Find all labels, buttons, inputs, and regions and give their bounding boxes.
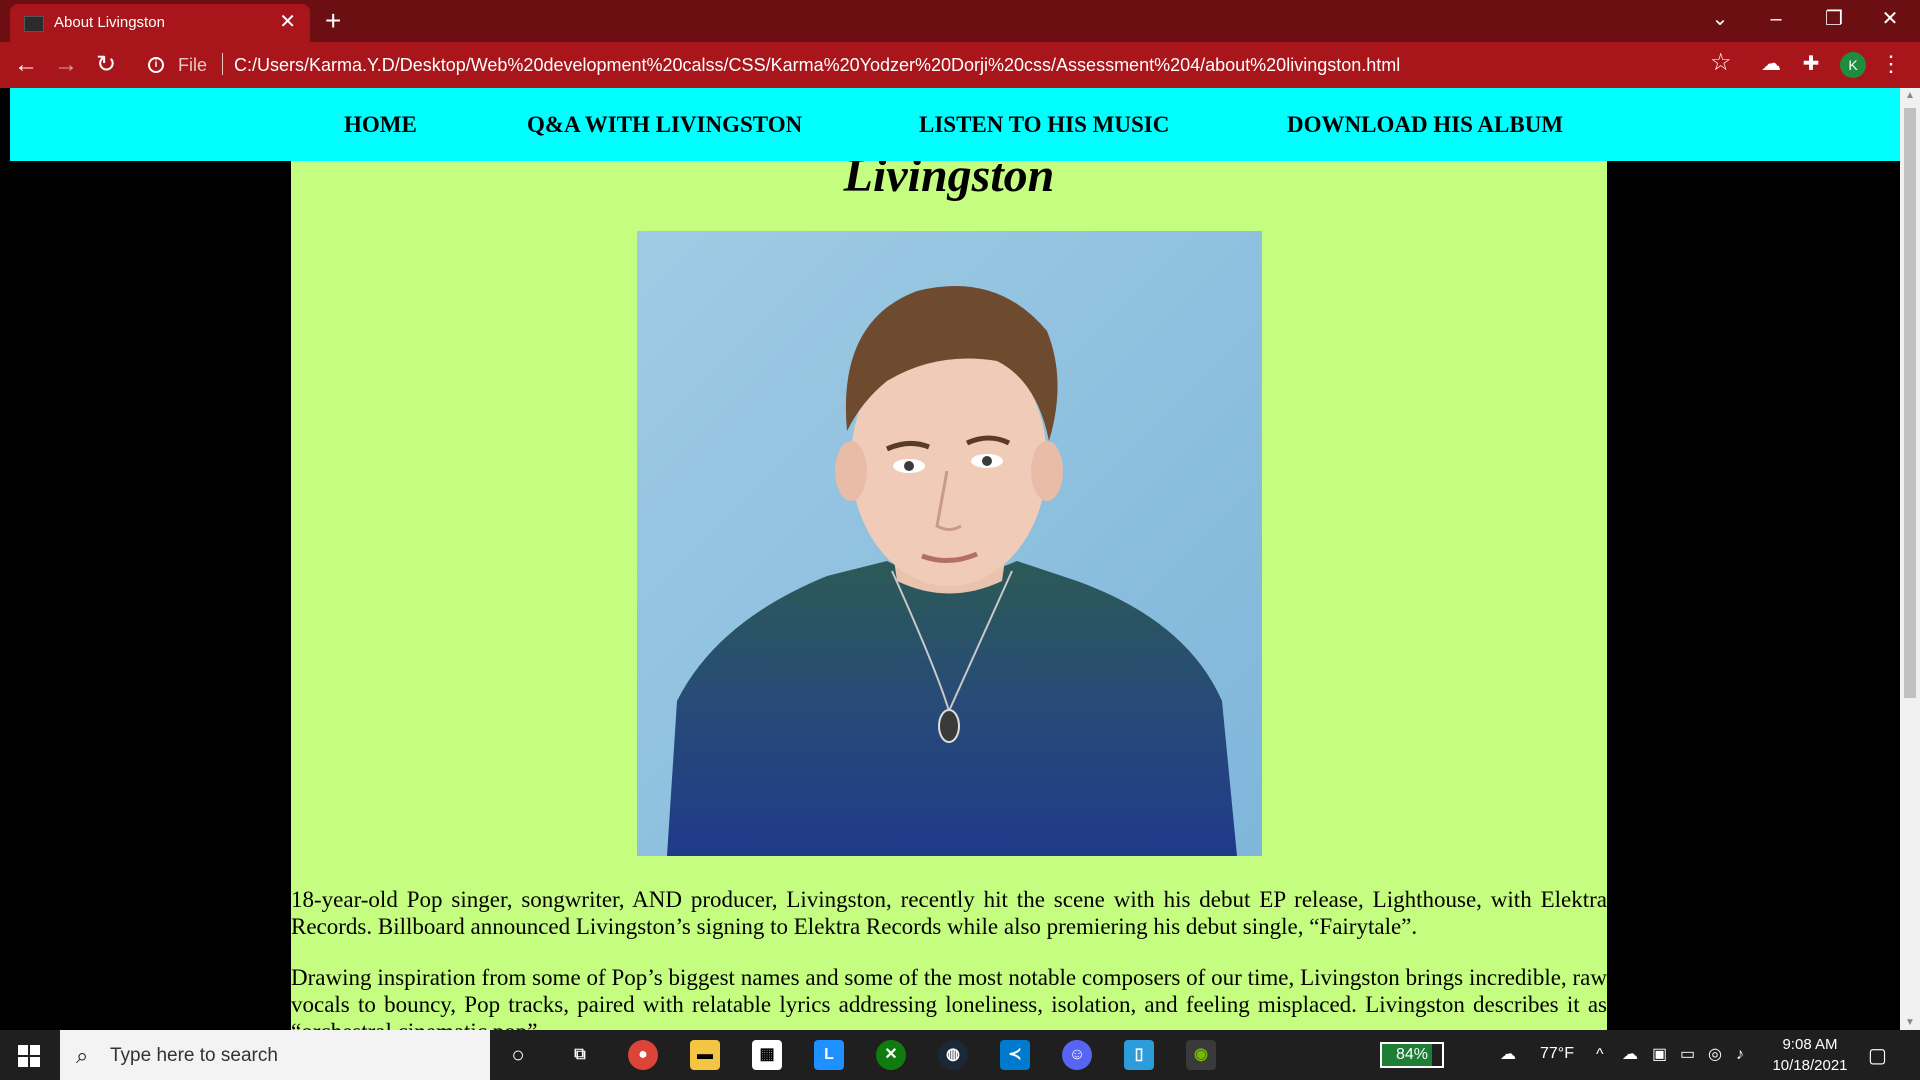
url-scheme-label: File	[178, 55, 208, 75]
browser-tab-active[interactable]: About Livingston ✕	[10, 4, 310, 42]
nvidia-icon[interactable]: ◉	[1186, 1040, 1216, 1070]
new-tab-button[interactable]: +	[325, 4, 341, 38]
task-view-icon[interactable]: ⧉	[565, 1040, 595, 1070]
vscode-icon[interactable]: ≺	[1000, 1040, 1030, 1070]
phone-app-icon[interactable]: ▯	[1124, 1040, 1154, 1070]
taskbar-search-box[interactable]: ⌕ Type here to search	[60, 1030, 490, 1080]
discord-icon[interactable]: ☺	[1062, 1040, 1092, 1070]
page-scrollbar[interactable]: ▲ ▼	[1900, 88, 1920, 1030]
taskbar-clock[interactable]: 9:08 AM 10/18/2021	[1760, 1034, 1860, 1076]
onedrive-icon[interactable]: ☁	[1622, 1044, 1638, 1066]
volume-icon[interactable]: ♪	[1736, 1044, 1744, 1066]
tab-close-icon[interactable]: ✕	[279, 10, 296, 34]
notification-icon[interactable]: ▢	[1868, 1043, 1887, 1068]
search-icon: ⌕	[76, 1043, 89, 1068]
star-icon[interactable]: ☆	[1710, 48, 1732, 78]
search-placeholder: Type here to search	[110, 1045, 278, 1066]
tab-title: About Livingston	[54, 14, 165, 31]
scroll-down-icon[interactable]: ▼	[1905, 1017, 1915, 1028]
info-icon[interactable]: i	[148, 57, 164, 73]
url-text[interactable]: C:/Users/Karma.Y.D/Desktop/Web%20develop…	[234, 55, 1400, 76]
menu-icon[interactable]: ⋮	[1880, 50, 1902, 78]
extension-cloud-icon[interactable]: ☁	[1756, 50, 1786, 78]
temperature[interactable]: 77°F	[1540, 1045, 1574, 1063]
minimize-icon[interactable]: –	[1756, 4, 1796, 34]
store-icon[interactable]: ▦	[752, 1040, 782, 1070]
nav-link-download[interactable]: DOWNLOAD HIS ALBUM	[1287, 112, 1563, 138]
weather-cloud-icon[interactable]: ☁	[1500, 1044, 1516, 1066]
battery-indicator[interactable]: 84%	[1380, 1042, 1444, 1068]
windows-start-icon[interactable]	[18, 1045, 40, 1067]
meet-icon[interactable]: ▣	[1652, 1044, 1667, 1066]
page-favicon-icon	[24, 16, 44, 32]
address-bar[interactable]: i File C:/Users/Karma.Y.D/Desktop/Web%20…	[136, 48, 1736, 82]
l-app-icon[interactable]: L	[814, 1040, 844, 1070]
reload-icon[interactable]: ↻	[90, 50, 122, 80]
nav-link-qa[interactable]: Q&A WITH LIVINGSTON	[527, 112, 802, 138]
cortana-icon[interactable]: ○	[503, 1040, 533, 1070]
steam-icon[interactable]: ◍	[938, 1040, 968, 1070]
bio-paragraph: Drawing inspiration from some of Pop’s b…	[291, 965, 1607, 1030]
tab-search-icon[interactable]: ⌄	[1700, 4, 1740, 34]
close-icon[interactable]: ✕	[1870, 4, 1910, 34]
browser-toolbar: ← → ↻ i File C:/Users/Karma.Y.D/Desktop/…	[0, 42, 1920, 88]
back-icon[interactable]: ←	[10, 50, 42, 80]
artist-photo	[637, 231, 1262, 856]
chevron-up-icon[interactable]: ^	[1596, 1044, 1604, 1066]
chrome-icon[interactable]: ●	[628, 1040, 658, 1070]
nav-link-home[interactable]: HOME	[344, 112, 417, 138]
clock-time: 9:08 AM	[1782, 1036, 1838, 1053]
battery-percent: 84%	[1395, 1046, 1429, 1063]
xbox-icon[interactable]: ✕	[876, 1040, 906, 1070]
forward-icon[interactable]: →	[50, 50, 82, 80]
site-navbar: HOME Q&A WITH LIVINGSTON LISTEN TO HIS M…	[10, 88, 1900, 161]
clock-date: 10/18/2021	[1772, 1057, 1848, 1074]
url-divider	[222, 53, 223, 75]
page-viewport: Livingston 18-year-old Pop singer, songw…	[0, 88, 1900, 1030]
artist-portrait-image	[637, 231, 1262, 856]
file-explorer-icon[interactable]: ▬	[690, 1040, 720, 1070]
tab-strip: About Livingston ✕ + ⌄ – ❐ ✕	[0, 0, 1920, 42]
windows-taskbar: ⌕ Type here to search ○ ⧉ ● ▬ ▦ L ✕ ◍ ≺ …	[0, 1030, 1920, 1080]
scroll-up-icon[interactable]: ▲	[1905, 90, 1915, 101]
battery-icon[interactable]: ▭	[1680, 1044, 1695, 1066]
bio-paragraph: 18-year-old Pop singer, songwriter, AND …	[291, 887, 1607, 939]
restore-icon[interactable]: ❐	[1814, 4, 1854, 34]
extensions-icon[interactable]: ✚	[1796, 50, 1826, 78]
network-icon[interactable]: ◎	[1708, 1044, 1722, 1066]
nav-link-music[interactable]: LISTEN TO HIS MUSIC	[919, 112, 1169, 138]
profile-avatar[interactable]: K	[1840, 52, 1866, 78]
scroll-thumb[interactable]	[1904, 108, 1916, 698]
content-column: Livingston 18-year-old Pop singer, songw…	[291, 88, 1607, 1030]
